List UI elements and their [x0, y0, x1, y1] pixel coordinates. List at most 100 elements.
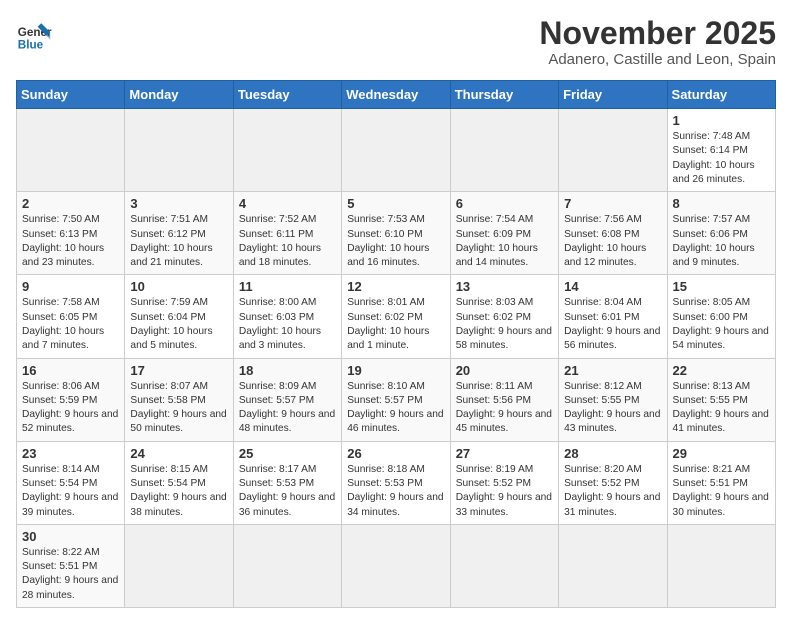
- calendar-cell: 5Sunrise: 7:53 AMSunset: 6:10 PMDaylight…: [342, 192, 450, 275]
- svg-text:Blue: Blue: [18, 38, 44, 51]
- calendar-cell: 11Sunrise: 8:00 AMSunset: 6:03 PMDayligh…: [233, 275, 341, 358]
- weekday-header-sunday: Sunday: [17, 81, 125, 109]
- calendar-cell: 8 Sunrise: 7:57 AMSunset: 6:06 PMDaylight…: [667, 192, 775, 275]
- day-info: Sunrise: 8:03 AMSunset: 6:02 PMDaylight:…: [456, 297, 552, 351]
- day-info: Sunrise: 8:18 AMSunset: 5:53 PMDaylight:…: [347, 464, 443, 518]
- day-info: Sunrise: 8:21 AMSunset: 5:51 PMDaylight:…: [673, 464, 769, 518]
- day-info: Sunrise: 8:15 AMSunset: 5:54 PMDaylight:…: [130, 464, 226, 518]
- calendar-cell: 14 Sunrise: 8:04 AMSunset: 6:01 PMDayligh…: [559, 275, 667, 358]
- calendar-cell: 23 Sunrise: 8:14 AMSunset: 5:54 PMDayligh…: [17, 441, 125, 524]
- calendar-cell: 6 Sunrise: 7:54 AMSunset: 6:09 PMDaylight…: [450, 192, 558, 275]
- calendar-cell: 9 Sunrise: 7:58 AMSunset: 6:05 PMDaylight…: [17, 275, 125, 358]
- day-number: 15: [673, 279, 770, 294]
- day-number: 14: [564, 279, 661, 294]
- day-info: Sunrise: 7:58 AMSunset: 6:05 PMDaylight:…: [22, 297, 104, 351]
- calendar-cell: 27Sunrise: 8:19 AMSunset: 5:52 PMDayligh…: [450, 441, 558, 524]
- calendar-cell: 10 Sunrise: 7:59 AMSunset: 6:04 PMDayligh…: [125, 275, 233, 358]
- day-info: Sunrise: 8:11 AMSunset: 5:56 PMDaylight:…: [456, 381, 552, 435]
- calendar-cell: 24 Sunrise: 8:15 AMSunset: 5:54 PMDayligh…: [125, 441, 233, 524]
- day-number: 24: [130, 446, 227, 461]
- day-number: 30: [22, 529, 119, 544]
- calendar-cell: 15Sunrise: 8:05 AMSunset: 6:00 PMDayligh…: [667, 275, 775, 358]
- weekday-header-thursday: Thursday: [450, 81, 558, 109]
- calendar-cell: 28Sunrise: 8:20 AMSunset: 5:52 PMDayligh…: [559, 441, 667, 524]
- weekday-header-tuesday: Tuesday: [233, 81, 341, 109]
- calendar-cell: 26 Sunrise: 8:18 AMSunset: 5:53 PMDayligh…: [342, 441, 450, 524]
- weekday-header-monday: Monday: [125, 81, 233, 109]
- calendar: SundayMondayTuesdayWednesdayThursdayFrid…: [16, 80, 776, 608]
- day-info: Sunrise: 8:10 AMSunset: 5:57 PMDaylight:…: [347, 381, 443, 435]
- calendar-cell: [342, 524, 450, 607]
- day-number: 12: [347, 279, 444, 294]
- calendar-cell: [667, 524, 775, 607]
- calendar-cell: 7Sunrise: 7:56 AMSunset: 6:08 PMDaylight…: [559, 192, 667, 275]
- calendar-cell: 25Sunrise: 8:17 AMSunset: 5:53 PMDayligh…: [233, 441, 341, 524]
- calendar-cell: 17 Sunrise: 8:07 AMSunset: 5:58 PMDayligh…: [125, 358, 233, 441]
- day-number: 3: [130, 196, 227, 211]
- calendar-cell: [559, 109, 667, 192]
- logo: General Blue: [16, 16, 52, 52]
- calendar-cell: 18 Sunrise: 8:09 AMSunset: 5:57 PMDayligh…: [233, 358, 341, 441]
- day-info: Sunrise: 8:07 AMSunset: 5:58 PMDaylight:…: [130, 381, 226, 435]
- day-number: 13: [456, 279, 553, 294]
- day-info: Sunrise: 8:17 AMSunset: 5:53 PMDaylight:…: [239, 464, 335, 518]
- day-number: 18: [239, 363, 336, 378]
- month-title: November 2025: [539, 16, 776, 51]
- day-number: 19: [347, 363, 444, 378]
- day-number: 8: [673, 196, 770, 211]
- weekday-header-friday: Friday: [559, 81, 667, 109]
- day-number: 4: [239, 196, 336, 211]
- day-number: 26: [347, 446, 444, 461]
- day-info: Sunrise: 7:53 AMSunset: 6:10 PMDaylight:…: [347, 214, 429, 268]
- day-info: Sunrise: 8:12 AMSunset: 5:55 PMDaylight:…: [564, 381, 660, 435]
- day-number: 23: [22, 446, 119, 461]
- day-info: Sunrise: 8:14 AMSunset: 5:54 PMDaylight:…: [22, 464, 118, 518]
- calendar-cell: 30 Sunrise: 8:22 AMSunset: 5:51 PMDayligh…: [17, 524, 125, 607]
- calendar-cell: [559, 524, 667, 607]
- day-info: Sunrise: 7:52 AMSunset: 6:11 PMDaylight:…: [239, 214, 321, 268]
- calendar-cell: [233, 524, 341, 607]
- calendar-cell: 16 Sunrise: 8:06 AMSunset: 5:59 PMDayligh…: [17, 358, 125, 441]
- day-info: Sunrise: 8:19 AMSunset: 5:52 PMDaylight:…: [456, 464, 552, 518]
- calendar-cell: [125, 109, 233, 192]
- day-info: Sunrise: 7:59 AMSunset: 6:04 PMDaylight:…: [130, 297, 212, 351]
- calendar-cell: 29 Sunrise: 8:21 AMSunset: 5:51 PMDayligh…: [667, 441, 775, 524]
- day-info: Sunrise: 8:13 AMSunset: 5:55 PMDaylight:…: [673, 381, 769, 435]
- day-number: 6: [456, 196, 553, 211]
- day-info: Sunrise: 7:51 AMSunset: 6:12 PMDaylight:…: [130, 214, 212, 268]
- title-area: November 2025 Adanero, Castille and Leon…: [539, 16, 776, 68]
- calendar-cell: 4 Sunrise: 7:52 AMSunset: 6:11 PMDaylight…: [233, 192, 341, 275]
- day-number: 16: [22, 363, 119, 378]
- day-info: Sunrise: 7:54 AMSunset: 6:09 PMDaylight:…: [456, 214, 538, 268]
- day-info: Sunrise: 8:09 AMSunset: 5:57 PMDaylight:…: [239, 381, 335, 435]
- day-number: 1: [673, 113, 770, 128]
- day-number: 9: [22, 279, 119, 294]
- calendar-cell: [342, 109, 450, 192]
- calendar-cell: 13 Sunrise: 8:03 AMSunset: 6:02 PMDayligh…: [450, 275, 558, 358]
- calendar-cell: 1 Sunrise: 7:48 AMSunset: 6:14 PMDaylight…: [667, 109, 775, 192]
- day-info: Sunrise: 7:48 AMSunset: 6:14 PMDaylight:…: [673, 131, 755, 185]
- calendar-cell: 3 Sunrise: 7:51 AMSunset: 6:12 PMDaylight…: [125, 192, 233, 275]
- day-info: Sunrise: 8:04 AMSunset: 6:01 PMDaylight:…: [564, 297, 660, 351]
- calendar-cell: [125, 524, 233, 607]
- day-info: Sunrise: 8:01 AMSunset: 6:02 PMDaylight:…: [347, 297, 429, 351]
- calendar-cell: 2Sunrise: 7:50 AMSunset: 6:13 PMDaylight…: [17, 192, 125, 275]
- weekday-header-saturday: Saturday: [667, 81, 775, 109]
- calendar-cell: [17, 109, 125, 192]
- day-number: 22: [673, 363, 770, 378]
- calendar-cell: [233, 109, 341, 192]
- day-info: Sunrise: 8:06 AMSunset: 5:59 PMDaylight:…: [22, 381, 118, 435]
- day-number: 29: [673, 446, 770, 461]
- day-number: 2: [22, 196, 119, 211]
- header: General Blue November 2025 Adanero, Cast…: [16, 16, 776, 68]
- day-info: Sunrise: 8:22 AMSunset: 5:51 PMDaylight:…: [22, 547, 118, 601]
- generalblue-logo-icon: General Blue: [16, 16, 52, 52]
- day-number: 10: [130, 279, 227, 294]
- calendar-cell: [450, 109, 558, 192]
- day-number: 28: [564, 446, 661, 461]
- calendar-cell: 22 Sunrise: 8:13 AMSunset: 5:55 PMDayligh…: [667, 358, 775, 441]
- calendar-cell: 20Sunrise: 8:11 AMSunset: 5:56 PMDayligh…: [450, 358, 558, 441]
- day-info: Sunrise: 7:57 AMSunset: 6:06 PMDaylight:…: [673, 214, 755, 268]
- day-number: 17: [130, 363, 227, 378]
- day-number: 11: [239, 279, 336, 294]
